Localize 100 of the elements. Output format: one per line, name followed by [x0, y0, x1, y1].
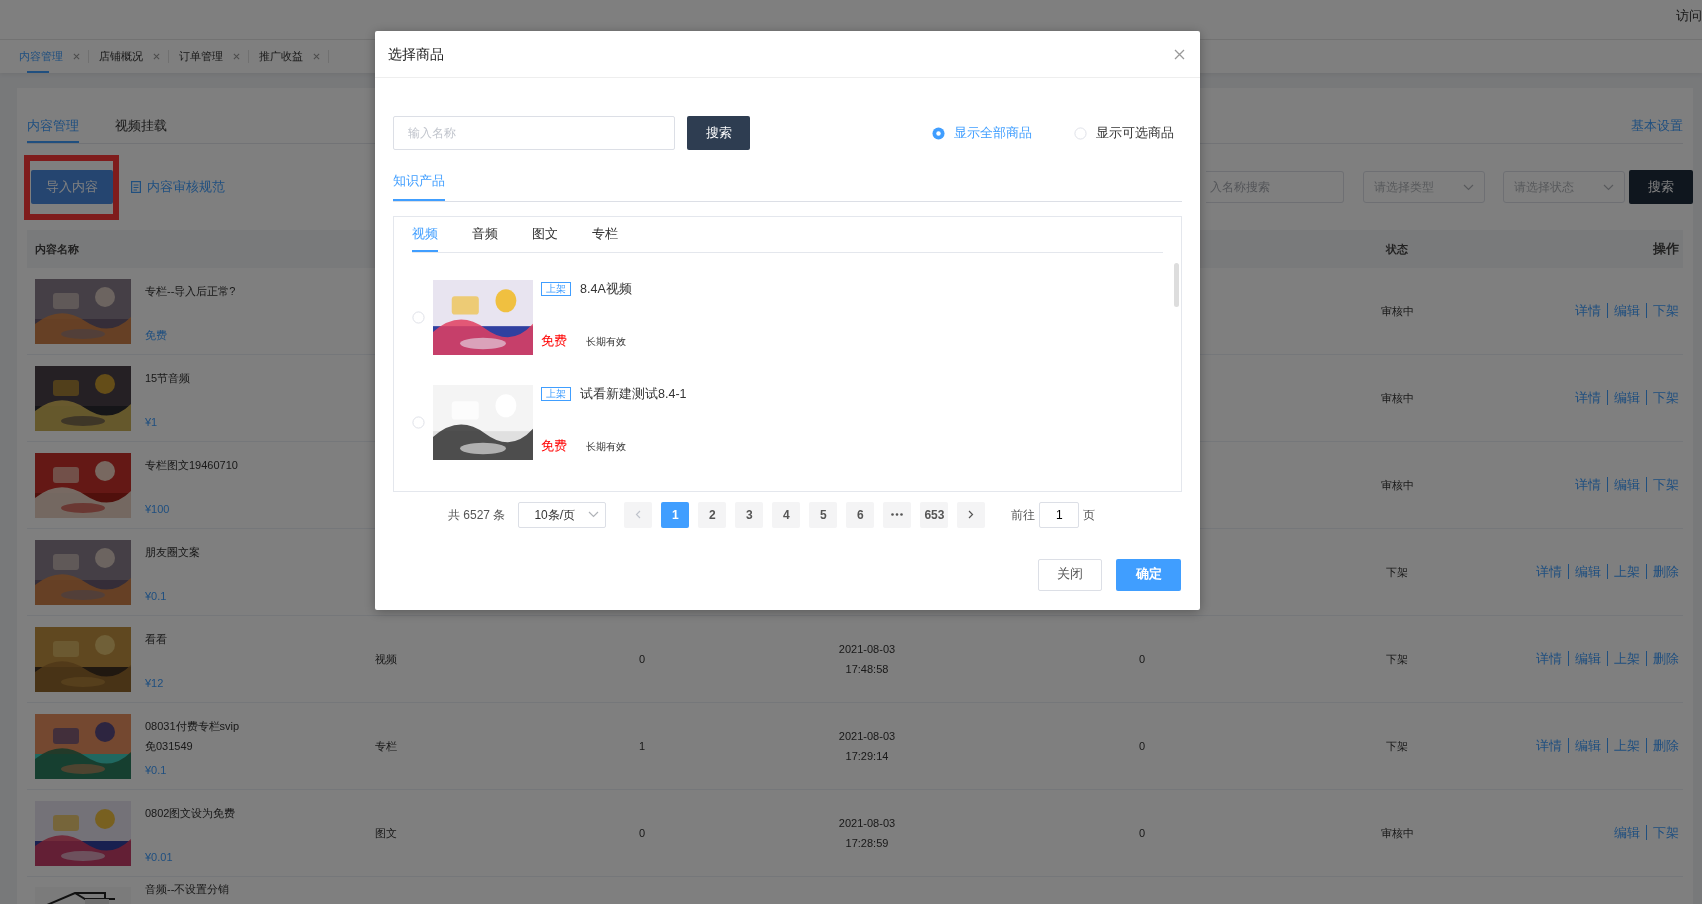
- action-link[interactable]: 下架: [1646, 390, 1679, 406]
- settings-link[interactable]: 基本设置: [1631, 115, 1683, 135]
- column-header: 操作: [1652, 240, 1680, 259]
- page-tab[interactable]: 内容管理: [17, 40, 65, 73]
- category-tab[interactable]: 知识产品: [393, 172, 445, 201]
- action-link[interactable]: 编辑: [1608, 825, 1646, 841]
- action-link[interactable]: 编辑: [1607, 477, 1646, 493]
- page-button[interactable]: 2: [698, 501, 727, 528]
- status-text: 下架: [1385, 738, 1409, 754]
- action-link[interactable]: 详情: [1569, 477, 1607, 493]
- page-button[interactable]: 3: [735, 501, 764, 528]
- item-title: 0802图文设为免费: [145, 805, 236, 821]
- page-size-select[interactable]: 10条/页: [518, 501, 607, 528]
- type-tab[interactable]: 视频: [412, 225, 438, 252]
- page-button[interactable]: 653: [920, 501, 949, 528]
- top-link[interactable]: 访问: [1676, 6, 1702, 26]
- action-link[interactable]: 下架: [1646, 303, 1679, 319]
- table-cell-text: 0: [1137, 651, 1147, 667]
- more-pages-button[interactable]: [883, 501, 912, 528]
- action-link[interactable]: 详情: [1569, 390, 1607, 406]
- type-tab[interactable]: 专栏: [592, 225, 618, 252]
- action-link[interactable]: 删除: [1646, 651, 1679, 667]
- page-button[interactable]: 4: [772, 501, 801, 528]
- page-tab[interactable]: 推广收益: [257, 40, 305, 73]
- content-tab[interactable]: 内容管理: [27, 115, 79, 143]
- search-button[interactable]: 搜索: [687, 116, 750, 150]
- column-header: 状态: [1384, 241, 1409, 257]
- action-link[interactable]: 上架: [1607, 564, 1646, 580]
- item-title: 朋友圈文案: [145, 544, 200, 560]
- action-link[interactable]: 编辑: [1607, 303, 1646, 319]
- column-header: 内容名称: [34, 241, 80, 257]
- price-text: ¥1: [145, 415, 159, 430]
- action-link[interactable]: 上架: [1607, 651, 1646, 667]
- action-link[interactable]: 编辑: [1568, 738, 1607, 754]
- validity-text: 长期有效: [586, 334, 626, 349]
- chevron-left-icon: [635, 510, 642, 520]
- action-link[interactable]: 编辑: [1568, 564, 1607, 580]
- action-link[interactable]: 编辑: [1607, 390, 1646, 406]
- search-button[interactable]: 搜索: [1629, 170, 1693, 204]
- time-text: 17:48:58: [844, 662, 890, 677]
- close-icon[interactable]: [233, 53, 240, 60]
- confirm-button[interactable]: 确定: [1116, 558, 1181, 591]
- page-button[interactable]: 5: [809, 501, 838, 528]
- product-title: 试看新建测试8.4-1: [580, 385, 687, 403]
- page-tab[interactable]: 订单管理: [177, 40, 225, 73]
- filter-label[interactable]: 显示可选商品: [1096, 123, 1174, 143]
- close-icon[interactable]: [313, 53, 320, 60]
- date-text: 2021-08-03: [837, 641, 897, 657]
- table-cell-text: 图文: [374, 825, 398, 841]
- table-cell-text: 0: [1137, 738, 1147, 754]
- action-link[interactable]: 下架: [1646, 825, 1679, 841]
- table-cell-text: 视频: [374, 651, 398, 667]
- action-link[interactable]: 删除: [1646, 564, 1679, 580]
- close-button[interactable]: 关闭: [1038, 558, 1102, 591]
- type-tab[interactable]: 音频: [472, 225, 498, 252]
- product-title: 8.4A视频: [580, 280, 632, 298]
- document-icon: [131, 181, 141, 193]
- price-text: ¥0.1: [145, 589, 168, 604]
- status-tag: 上架: [541, 387, 571, 402]
- action-link[interactable]: 编辑: [1568, 651, 1607, 667]
- action-link[interactable]: 上架: [1607, 738, 1646, 754]
- radio-button[interactable]: [932, 126, 945, 140]
- table-cell-text: 0: [1137, 825, 1147, 841]
- table-cell-text: 1: [637, 738, 647, 754]
- page-button[interactable]: 6: [846, 501, 875, 528]
- page-number-field[interactable]: 1: [1039, 501, 1080, 528]
- guidelines-link[interactable]: 内容审核规范: [147, 177, 225, 197]
- caret-icon: [1603, 183, 1614, 191]
- action-link[interactable]: 详情: [1530, 738, 1568, 754]
- close-icon[interactable]: [153, 53, 160, 60]
- price-text: ¥12: [145, 676, 165, 691]
- name-search-field[interactable]: 输入名称: [393, 116, 675, 150]
- action-link[interactable]: 下架: [1646, 477, 1679, 493]
- type-tab[interactable]: 图文: [532, 225, 558, 252]
- scrollbar[interactable]: [1174, 262, 1179, 307]
- item-title: 专栏--导入后正常?: [145, 283, 236, 299]
- action-link[interactable]: 详情: [1530, 651, 1568, 667]
- action-link[interactable]: 详情: [1530, 564, 1568, 580]
- date-text: 2021-08-03: [837, 815, 897, 831]
- chevron-right-icon: [968, 510, 975, 520]
- page-button[interactable]: 1: [661, 501, 690, 528]
- ellipsis-icon: [891, 513, 904, 517]
- time-text: 17:28:59: [844, 836, 890, 851]
- price-text: 免费: [541, 438, 567, 455]
- close-icon[interactable]: [73, 53, 80, 60]
- action-link[interactable]: 删除: [1646, 738, 1679, 754]
- price-text: 免费: [541, 333, 567, 350]
- price-text: 免费: [145, 328, 168, 343]
- item-title: 专栏图文19460710: [145, 457, 238, 473]
- page-tab[interactable]: 店铺概况: [97, 40, 145, 73]
- action-link[interactable]: 详情: [1569, 303, 1607, 319]
- date-text: 2021-08-03: [837, 728, 897, 744]
- filter-label[interactable]: 显示全部商品: [954, 123, 1032, 143]
- item-title: 看看: [145, 631, 167, 647]
- content-tab[interactable]: 视频挂载: [115, 115, 167, 143]
- next-page-button[interactable]: [957, 501, 986, 528]
- import-button[interactable]: 导入内容: [31, 169, 113, 204]
- previous-page-button[interactable]: [624, 501, 653, 528]
- close-icon[interactable]: [1174, 48, 1185, 60]
- table-cell-text: 0: [637, 825, 647, 841]
